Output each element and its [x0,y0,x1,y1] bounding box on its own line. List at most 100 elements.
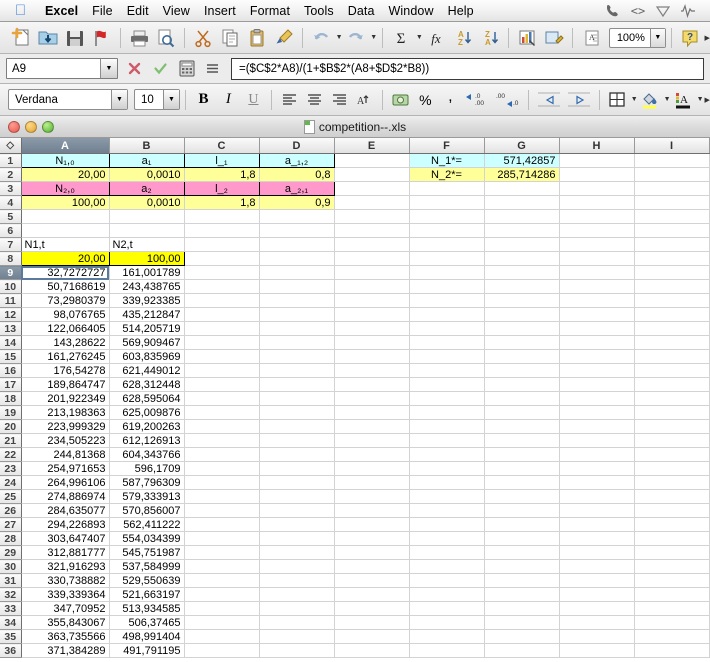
row-header-35[interactable]: 35 [0,629,22,644]
cell-H25[interactable] [559,489,635,504]
cell-F35[interactable] [409,629,485,644]
cell-H9[interactable] [559,265,635,280]
cell-B34[interactable]: 506,37465 [109,615,185,630]
cell-A4[interactable]: 100,00 [21,195,110,210]
accept-check-icon[interactable] [151,59,170,79]
cell-C19[interactable] [184,405,260,420]
cell-E3[interactable] [334,181,410,196]
row-header-20[interactable]: 20 [0,419,22,434]
cell-C17[interactable] [184,377,260,392]
redo-dropdown-arrow-icon[interactable]: ▼ [370,34,377,41]
cell-G33[interactable] [484,601,560,616]
cell-F15[interactable] [409,349,485,364]
cell-A18[interactable]: 201,922349 [21,391,110,406]
cell-B31[interactable]: 529,550639 [109,573,185,588]
toolbar-overflow-arrow-icon[interactable]: ▶ [705,34,710,42]
cell-C37[interactable] [184,657,260,658]
row-header-25[interactable]: 25 [0,489,22,504]
cell-G7[interactable] [484,237,560,252]
calculator-icon[interactable] [177,59,196,79]
cell-F19[interactable] [409,405,485,420]
cell-G29[interactable] [484,545,560,560]
cell-I28[interactable] [634,531,710,546]
cell-I22[interactable] [634,447,710,462]
cell-E14[interactable] [334,335,410,350]
cell-E12[interactable] [334,307,410,322]
cell-I30[interactable] [634,559,710,574]
cell-B8[interactable]: 100,00 [108,251,185,266]
cell-E13[interactable] [334,321,410,336]
cell-E28[interactable] [334,531,410,546]
cut-scissors-icon[interactable] [191,25,216,51]
cell-D20[interactable] [259,419,335,434]
cell-C8[interactable] [184,251,260,266]
cell-D2[interactable]: 0,8 [259,167,335,182]
row-header-17[interactable]: 17 [0,377,22,392]
cell-A15[interactable]: 161,276245 [21,349,110,364]
cell-D22[interactable] [259,447,335,462]
cell-H6[interactable] [559,223,635,238]
cell-D9[interactable] [259,265,335,280]
shield-icon[interactable] [655,3,671,19]
cell-C20[interactable] [184,419,260,434]
formula-input[interactable]: =($C$2*A8)/(1+$B$2*(A8+$D$2*B8)) [231,57,704,80]
cell-C6[interactable] [184,223,260,238]
copy-icon[interactable] [218,25,243,51]
cell-I10[interactable] [634,279,710,294]
cell-C1[interactable]: l_₁ [183,153,260,168]
cell-I15[interactable] [634,349,710,364]
row-header-11[interactable]: 11 [0,293,22,308]
cell-G9[interactable] [484,265,560,280]
column-header-I[interactable]: I [634,138,710,154]
cell-D32[interactable] [259,587,335,602]
cell-F36[interactable] [409,643,485,658]
cell-I25[interactable] [634,489,710,504]
column-header-C[interactable]: C [184,138,260,154]
cell-A35[interactable]: 363,735566 [21,629,110,644]
cell-E30[interactable] [334,559,410,574]
cell-C4[interactable]: 1,8 [184,195,260,210]
cell-C23[interactable] [184,461,260,476]
cell-E37[interactable] [334,657,410,658]
cell-H3[interactable] [559,181,635,196]
column-header-H[interactable]: H [559,138,635,154]
cell-A10[interactable]: 50,7168619 [21,279,110,294]
font-color-icon[interactable]: A [671,88,696,112]
cell-A8[interactable]: 20,00 [20,251,110,266]
flag-icon[interactable] [89,25,114,51]
autosum-sigma-icon[interactable]: Σ [389,25,414,51]
cell-D5[interactable] [259,209,335,224]
cell-E27[interactable] [334,517,410,532]
cell-G19[interactable] [484,405,560,420]
cell-F23[interactable] [409,461,485,476]
cell-H26[interactable] [559,503,635,518]
cell-G28[interactable] [484,531,560,546]
cell-G32[interactable] [484,587,560,602]
borders-icon[interactable] [605,88,630,112]
cell-D1[interactable]: a_₁,₂ [258,153,335,168]
align-left-icon[interactable] [277,88,302,112]
currency-icon[interactable] [388,88,413,112]
row-header-34[interactable]: 34 [0,615,22,630]
cell-I7[interactable] [634,237,710,252]
align-right-icon[interactable] [327,88,352,112]
cell-G4[interactable] [484,195,560,210]
cell-B15[interactable]: 603,835969 [109,349,185,364]
decrease-indent-icon[interactable] [534,88,564,112]
menu-item-file[interactable]: File [85,0,120,22]
activity-icon[interactable] [680,3,696,19]
cell-C14[interactable] [184,335,260,350]
cell-B5[interactable] [109,209,185,224]
menu-item-help[interactable]: Help [441,0,481,22]
cell-I18[interactable] [634,391,710,406]
cell-G35[interactable] [484,629,560,644]
cell-A19[interactable]: 213,198363 [21,405,110,420]
cell-E17[interactable] [334,377,410,392]
cell-E11[interactable] [334,293,410,308]
undo-icon[interactable] [309,25,334,51]
cell-I23[interactable] [634,461,710,476]
cell-D19[interactable] [259,405,335,420]
cell-I13[interactable] [634,321,710,336]
format-painter-brush-icon[interactable] [271,25,296,51]
cell-G34[interactable] [484,615,560,630]
